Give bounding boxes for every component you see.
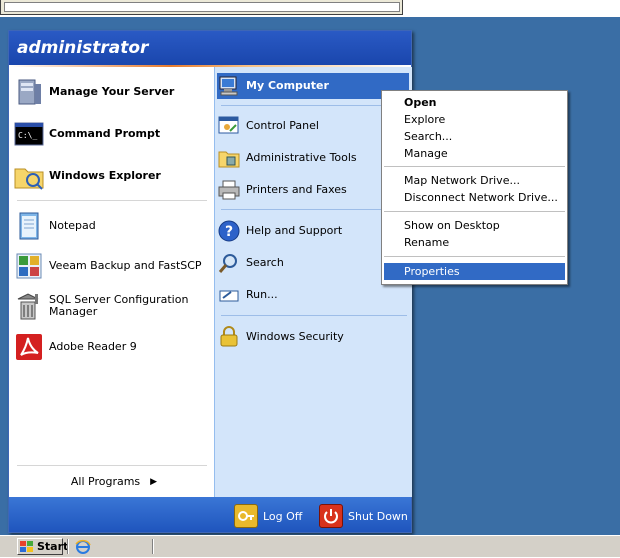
start-menu-footer: Log Off Shut Down (9, 497, 411, 532)
user-name: administrator (17, 38, 149, 58)
sql-config-icon (13, 290, 45, 322)
my-computer-icon (217, 74, 241, 98)
all-programs-label: All Programs (70, 475, 141, 488)
control-panel-icon (217, 114, 241, 138)
shut-down-label: Shut Down (348, 509, 408, 523)
adobe-reader-icon (13, 331, 45, 363)
windows-logo-icon (20, 540, 34, 553)
right-separator (221, 315, 407, 316)
all-programs-separator (17, 465, 207, 466)
start-menu: administrator Manage Your Server C:\_ Co… (8, 30, 412, 533)
pinned-item-label: Manage Your Server (49, 85, 175, 98)
notepad-icon (13, 210, 45, 242)
log-off-icon (234, 504, 258, 528)
pinned-item-manage-your-server[interactable]: Manage Your Server (13, 73, 210, 111)
recent-item-veeam[interactable]: Veeam Backup and FastSCP (13, 249, 210, 283)
command-prompt-icon: C:\_ (13, 118, 45, 150)
log-off-button[interactable]: Log Off (234, 504, 302, 528)
context-separator (384, 256, 565, 257)
power-icon (319, 504, 343, 528)
context-item-search[interactable]: Search... (384, 128, 565, 145)
recent-item-notepad[interactable]: Notepad (13, 209, 210, 243)
right-item-label: Control Panel (246, 119, 319, 132)
log-off-label: Log Off (263, 509, 303, 523)
recent-item-label: SQL Server Configuration Manager (49, 293, 189, 318)
recent-item-label: Adobe Reader 9 (49, 340, 137, 353)
start-button[interactable]: Start (17, 538, 68, 555)
pinned-item-label: Windows Explorer (49, 169, 161, 182)
printer-icon (217, 178, 241, 202)
context-item-open[interactable]: Open (384, 94, 565, 111)
context-separator (384, 166, 565, 167)
internet-explorer-icon[interactable] (75, 539, 91, 555)
context-item-explore[interactable]: Explore (384, 111, 565, 128)
svg-text:?: ? (225, 224, 233, 240)
recent-item-label: Veeam Backup and FastSCP (49, 259, 202, 272)
run-icon (217, 283, 241, 307)
right-separator (221, 209, 407, 210)
right-item-label: My Computer (246, 79, 329, 92)
context-item-manage[interactable]: Manage (384, 145, 565, 162)
arrow-right-icon: ▶ (150, 477, 158, 487)
all-programs-button[interactable]: All Programs ▶ (49, 471, 179, 493)
shut-down-button[interactable]: Shut Down (319, 504, 408, 528)
taskbar: Start (0, 535, 620, 557)
right-separator (221, 105, 407, 106)
help-icon: ? (217, 219, 241, 243)
context-item-properties[interactable]: Properties (384, 263, 565, 280)
background-window[interactable] (0, 0, 403, 15)
taskbar-separator (67, 539, 69, 554)
context-item-map-network-drive[interactable]: Map Network Drive... (384, 172, 565, 189)
right-item-windows-security[interactable]: Windows Security (217, 324, 409, 350)
start-label: Start (37, 540, 69, 553)
search-icon (217, 251, 241, 275)
taskbar-separator (152, 539, 154, 554)
pinned-separator (17, 200, 207, 201)
context-item-rename[interactable]: Rename (384, 234, 565, 251)
recent-item-adobe-reader[interactable]: Adobe Reader 9 (13, 329, 210, 365)
start-menu-header: administrator (9, 31, 411, 65)
right-item-label: Administrative Tools (246, 151, 357, 164)
right-item-label: Run... (246, 288, 278, 301)
right-item-label: Windows Security (246, 330, 344, 343)
folder-explorer-icon (13, 160, 45, 192)
context-item-show-on-desktop[interactable]: Show on Desktop (384, 217, 565, 234)
recent-item-label: Notepad (49, 219, 96, 232)
start-menu-left-pane: Manage Your Server C:\_ Command Prompt W… (9, 67, 214, 497)
lock-icon (217, 325, 241, 349)
admin-tools-icon (217, 146, 241, 170)
pinned-item-command-prompt[interactable]: C:\_ Command Prompt (13, 115, 210, 153)
server-icon (13, 76, 45, 108)
pinned-item-label: Command Prompt (49, 127, 161, 140)
context-item-disconnect-network-drive[interactable]: Disconnect Network Drive... (384, 189, 565, 206)
right-item-label: Printers and Faxes (246, 183, 347, 196)
right-item-run[interactable]: Run... (217, 282, 409, 308)
context-menu: Open Explore Search... Manage Map Networ… (381, 90, 568, 285)
svg-text:C:\_: C:\_ (18, 131, 37, 140)
pinned-item-windows-explorer[interactable]: Windows Explorer (13, 157, 210, 195)
right-item-label: Search (246, 256, 284, 269)
recent-item-sql-server-config[interactable]: SQL Server Configuration Manager (13, 287, 210, 325)
veeam-icon (13, 250, 45, 282)
context-separator (384, 211, 565, 212)
background-window-content (4, 2, 400, 12)
right-item-label: Help and Support (246, 224, 343, 237)
